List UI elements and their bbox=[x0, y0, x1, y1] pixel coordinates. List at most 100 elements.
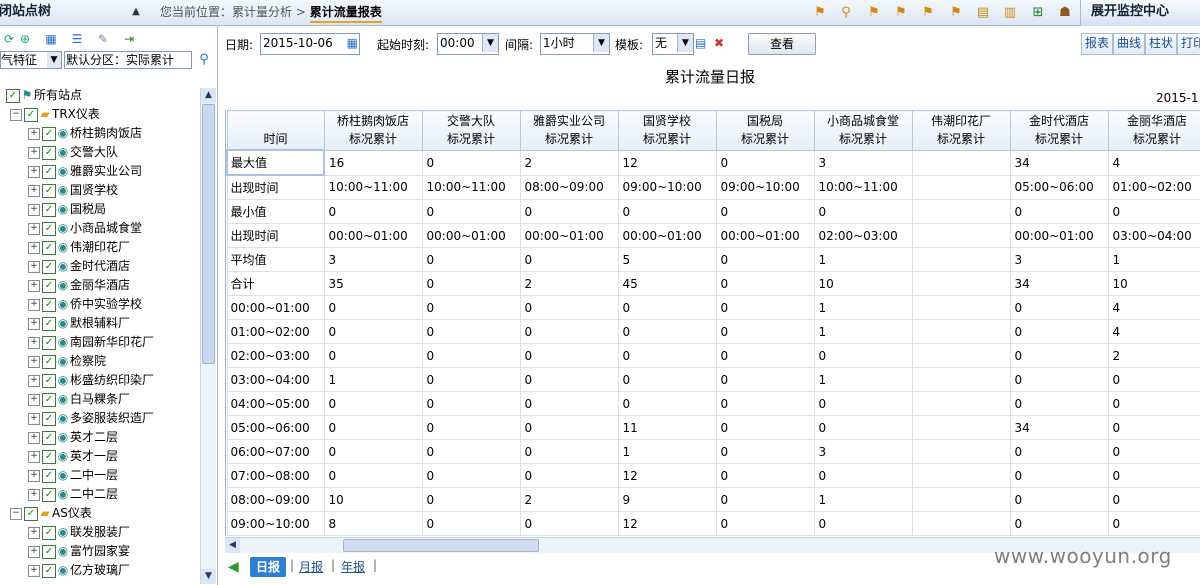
row-label[interactable]: 平均值 bbox=[226, 247, 325, 272]
tree-node[interactable]: − ✓ ▰ AS仪表 bbox=[10, 504, 92, 523]
table-cell[interactable]: 00:00~01:00 bbox=[1009, 223, 1109, 248]
tree-node[interactable]: − ✓ ▰ TRX仪表 bbox=[10, 105, 100, 124]
tree-node[interactable]: + ✓ ◉ 金丽华酒店 bbox=[28, 276, 130, 295]
tree-node[interactable]: + ✓ ◉ 侨中实验学校 bbox=[28, 295, 142, 314]
table-cell[interactable]: 34 bbox=[1009, 415, 1109, 440]
table-cell[interactable]: 00:00~01:00 bbox=[323, 223, 423, 248]
table-cell[interactable] bbox=[911, 511, 1011, 536]
table-cell[interactable]: 0 bbox=[617, 391, 717, 416]
table-cell[interactable]: 0 bbox=[715, 415, 815, 440]
table-cell[interactable]: 4 bbox=[1107, 149, 1200, 176]
table-cell[interactable]: 2 bbox=[519, 149, 619, 176]
tree-node[interactable]: + ✓ ◉ 英才一层 bbox=[28, 447, 118, 466]
date-input[interactable]: 2015-10-06 ▦ bbox=[260, 33, 360, 55]
expand-icon[interactable]: + bbox=[28, 184, 40, 197]
table-cell[interactable]: 0 bbox=[323, 415, 423, 440]
view-bar-button[interactable]: 柱状 bbox=[1145, 33, 1178, 55]
table-cell[interactable]: 0 bbox=[813, 511, 913, 536]
table-cell[interactable]: 0 bbox=[519, 295, 619, 320]
table-cell[interactable]: 0 bbox=[715, 295, 815, 320]
table-cell[interactable]: 0 bbox=[715, 391, 815, 416]
table-cell[interactable]: 12 bbox=[617, 463, 717, 488]
row-label[interactable]: 07:00~08:00 bbox=[226, 463, 325, 488]
expand-icon[interactable]: + bbox=[28, 146, 40, 159]
table-cell[interactable]: 0 bbox=[813, 463, 913, 488]
table-cell[interactable]: 3 bbox=[1009, 247, 1109, 272]
tree-node[interactable]: + ✓ ◉ 国税局 bbox=[28, 200, 106, 219]
expand-icon[interactable]: + bbox=[28, 317, 40, 330]
table-cell[interactable]: 35 bbox=[323, 271, 423, 296]
row-label[interactable]: 最小值 bbox=[226, 199, 325, 224]
view-curve-button[interactable]: 曲线 bbox=[1113, 33, 1146, 55]
expand-icon[interactable]: + bbox=[28, 336, 40, 349]
table-cell[interactable]: 0 bbox=[813, 415, 913, 440]
expand-icon[interactable]: + bbox=[28, 393, 40, 406]
row-label[interactable]: 最大值 bbox=[226, 149, 325, 176]
play-left-icon[interactable]: ◀ bbox=[228, 559, 242, 575]
table-cell[interactable]: 0 bbox=[519, 247, 619, 272]
document-search-icon[interactable]: ▥ bbox=[1002, 5, 1018, 21]
table-cell[interactable]: 1 bbox=[617, 439, 717, 464]
table-cell[interactable] bbox=[911, 343, 1011, 368]
expand-icon[interactable]: + bbox=[28, 355, 40, 368]
mode-select[interactable]: 气特征 ▼ bbox=[0, 51, 62, 69]
tab-monthly[interactable]: 月报 bbox=[299, 557, 323, 577]
tree-node[interactable]: + ✓ ◉ 二中一层 bbox=[28, 466, 118, 485]
table-cell[interactable]: 2 bbox=[1107, 343, 1200, 368]
table-cell[interactable] bbox=[911, 199, 1011, 224]
start-time-select[interactable]: 00:00 ▼ bbox=[437, 33, 499, 55]
expand-icon[interactable]: + bbox=[28, 298, 40, 311]
table-cell[interactable]: 02:00~03:00 bbox=[813, 223, 913, 248]
table-cell[interactable]: 12 bbox=[617, 149, 717, 176]
table-cell[interactable]: 2 bbox=[519, 271, 619, 296]
column-header[interactable]: 金时代酒店 标况累计 bbox=[1009, 110, 1109, 151]
table-cell[interactable]: 1 bbox=[1107, 247, 1200, 272]
table-cell[interactable]: 09:00~10:00 bbox=[715, 174, 815, 200]
table-cell[interactable]: 10 bbox=[813, 271, 913, 296]
table-cell[interactable]: 0 bbox=[1107, 463, 1200, 488]
table-cell[interactable]: 0 bbox=[715, 511, 815, 536]
tree-node[interactable]: + ✓ ◉ 默根辅料厂 bbox=[28, 314, 130, 333]
table-cell[interactable]: 2 bbox=[519, 487, 619, 512]
table-cell[interactable]: 0 bbox=[617, 295, 717, 320]
grid-icon[interactable]: ▦ bbox=[42, 30, 60, 48]
checkbox[interactable]: ✓ bbox=[42, 164, 56, 179]
breadcrumb-current[interactable]: 累计流量报表 bbox=[309, 5, 382, 23]
tree-node[interactable]: + ✓ ◉ 小商品城食堂 bbox=[28, 219, 142, 238]
table-cell[interactable]: 00:00~01:00 bbox=[617, 223, 717, 248]
table-cell[interactable]: 0 bbox=[1009, 295, 1109, 320]
expand-icon[interactable]: + bbox=[28, 412, 40, 425]
table-cell[interactable]: 11 bbox=[617, 415, 717, 440]
table-cell[interactable]: 34 bbox=[1009, 271, 1109, 296]
table-cell[interactable]: 0 bbox=[1009, 367, 1109, 392]
table-cell[interactable]: 00:00~01:00 bbox=[519, 223, 619, 248]
table-cell[interactable]: 0 bbox=[323, 463, 423, 488]
table-cell[interactable]: 3 bbox=[323, 247, 423, 272]
checkbox[interactable]: ✓ bbox=[42, 145, 56, 160]
tree-node[interactable]: + ✓ ◉ 白马粿条厂 bbox=[28, 390, 130, 409]
table-cell[interactable]: 1 bbox=[813, 247, 913, 272]
table-cell[interactable]: 0 bbox=[813, 391, 913, 416]
expand-icon[interactable]: + bbox=[28, 165, 40, 178]
table-cell[interactable]: 12 bbox=[617, 511, 717, 536]
table-cell[interactable]: 0 bbox=[715, 439, 815, 464]
table-cell[interactable] bbox=[911, 391, 1011, 416]
column-header[interactable]: 小商品城食堂 标况累计 bbox=[813, 110, 913, 151]
column-header[interactable]: 国税局 标况累计 bbox=[715, 110, 815, 151]
table-cell[interactable]: 0 bbox=[323, 343, 423, 368]
expand-icon[interactable]: + bbox=[28, 222, 40, 235]
table-cell[interactable]: 0 bbox=[715, 367, 815, 392]
template-delete-icon[interactable]: ✖ bbox=[714, 36, 724, 50]
row-label[interactable]: 04:00~05:00 bbox=[226, 391, 325, 416]
table-cell[interactable]: 10 bbox=[323, 487, 423, 512]
tree-node[interactable]: + ✓ ◉ 国贤学校 bbox=[28, 181, 118, 200]
expand-monitor-center-button[interactable]: 展开监控中心 bbox=[1080, 0, 1200, 26]
tree-node[interactable]: + ✓ ◉ 交警大队 bbox=[28, 143, 118, 162]
table-cell[interactable] bbox=[911, 415, 1011, 440]
tree-scrollbar[interactable]: ▲ ▼ bbox=[200, 88, 216, 584]
report-icon[interactable]: ⚑ bbox=[920, 5, 936, 21]
table-cell[interactable]: 0 bbox=[1107, 199, 1200, 224]
horizontal-scroll-thumb[interactable] bbox=[343, 539, 539, 552]
table-cell[interactable] bbox=[911, 271, 1011, 296]
tree-node[interactable]: + ✓ ◉ 英才二层 bbox=[28, 428, 118, 447]
